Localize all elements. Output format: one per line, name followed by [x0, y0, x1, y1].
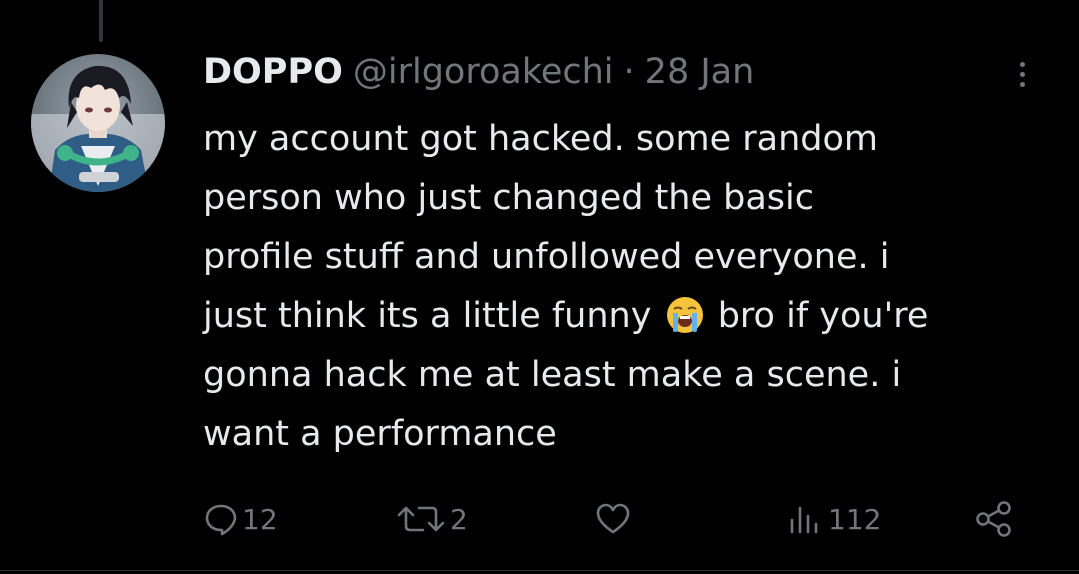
more-dots-vertical-icon — [1019, 61, 1025, 87]
views-button[interactable]: 112 — [788, 494, 881, 544]
loudly-crying-face-emoji-icon — [666, 297, 703, 333]
tweet-text-segment: just think its a little funny — [203, 296, 652, 336]
more-options-button[interactable] — [1012, 56, 1032, 92]
like-button[interactable] — [595, 494, 635, 544]
reply-count: 12 — [242, 502, 278, 536]
tweet-actions-bar: 12 2 112 — [0, 494, 1079, 544]
tweet-text-line: person who just changed the basic — [203, 178, 815, 218]
retweet-button[interactable]: 2 — [396, 494, 468, 544]
avatar[interactable] — [31, 54, 165, 192]
heart-icon — [596, 503, 630, 534]
views-count: 112 — [828, 502, 882, 536]
divider — [0, 570, 1079, 571]
tweet-text-line-with-emoji: just think its a little funny bro if you… — [203, 287, 1053, 346]
retweet-count: 2 — [450, 502, 468, 536]
tweet-header: DOPPO @irlgoroakechi · 28 Jan — [203, 50, 754, 94]
tweet-text-line: want a performance — [203, 414, 557, 454]
views-bar-chart-icon — [790, 506, 818, 534]
retweet-icon — [397, 506, 445, 532]
author-handle[interactable]: @irlgoroakechi — [353, 52, 614, 92]
tweet-text-line: gonna hack me at least make a scene. i — [203, 355, 902, 395]
tweet-text: my account got hacked. some random perso… — [203, 110, 1053, 464]
share-button[interactable] — [974, 494, 1014, 544]
tweet: DOPPO @irlgoroakechi · 28 Jan my account… — [0, 0, 1079, 574]
author-display-name[interactable]: DOPPO — [203, 52, 343, 92]
reply-button[interactable]: 12 — [204, 494, 278, 544]
header-separator: · — [623, 52, 635, 92]
tweet-text-line: profile stuff and unfollowed everyone. i — [203, 237, 890, 277]
share-icon — [976, 501, 1011, 537]
reply-bubble-icon — [205, 504, 237, 536]
tweet-text-line: my account got hacked. some random — [203, 119, 879, 159]
tweet-date[interactable]: 28 Jan — [645, 52, 755, 92]
thread-connector-line — [99, 0, 103, 42]
tweet-text-segment: bro if you're — [717, 296, 929, 336]
